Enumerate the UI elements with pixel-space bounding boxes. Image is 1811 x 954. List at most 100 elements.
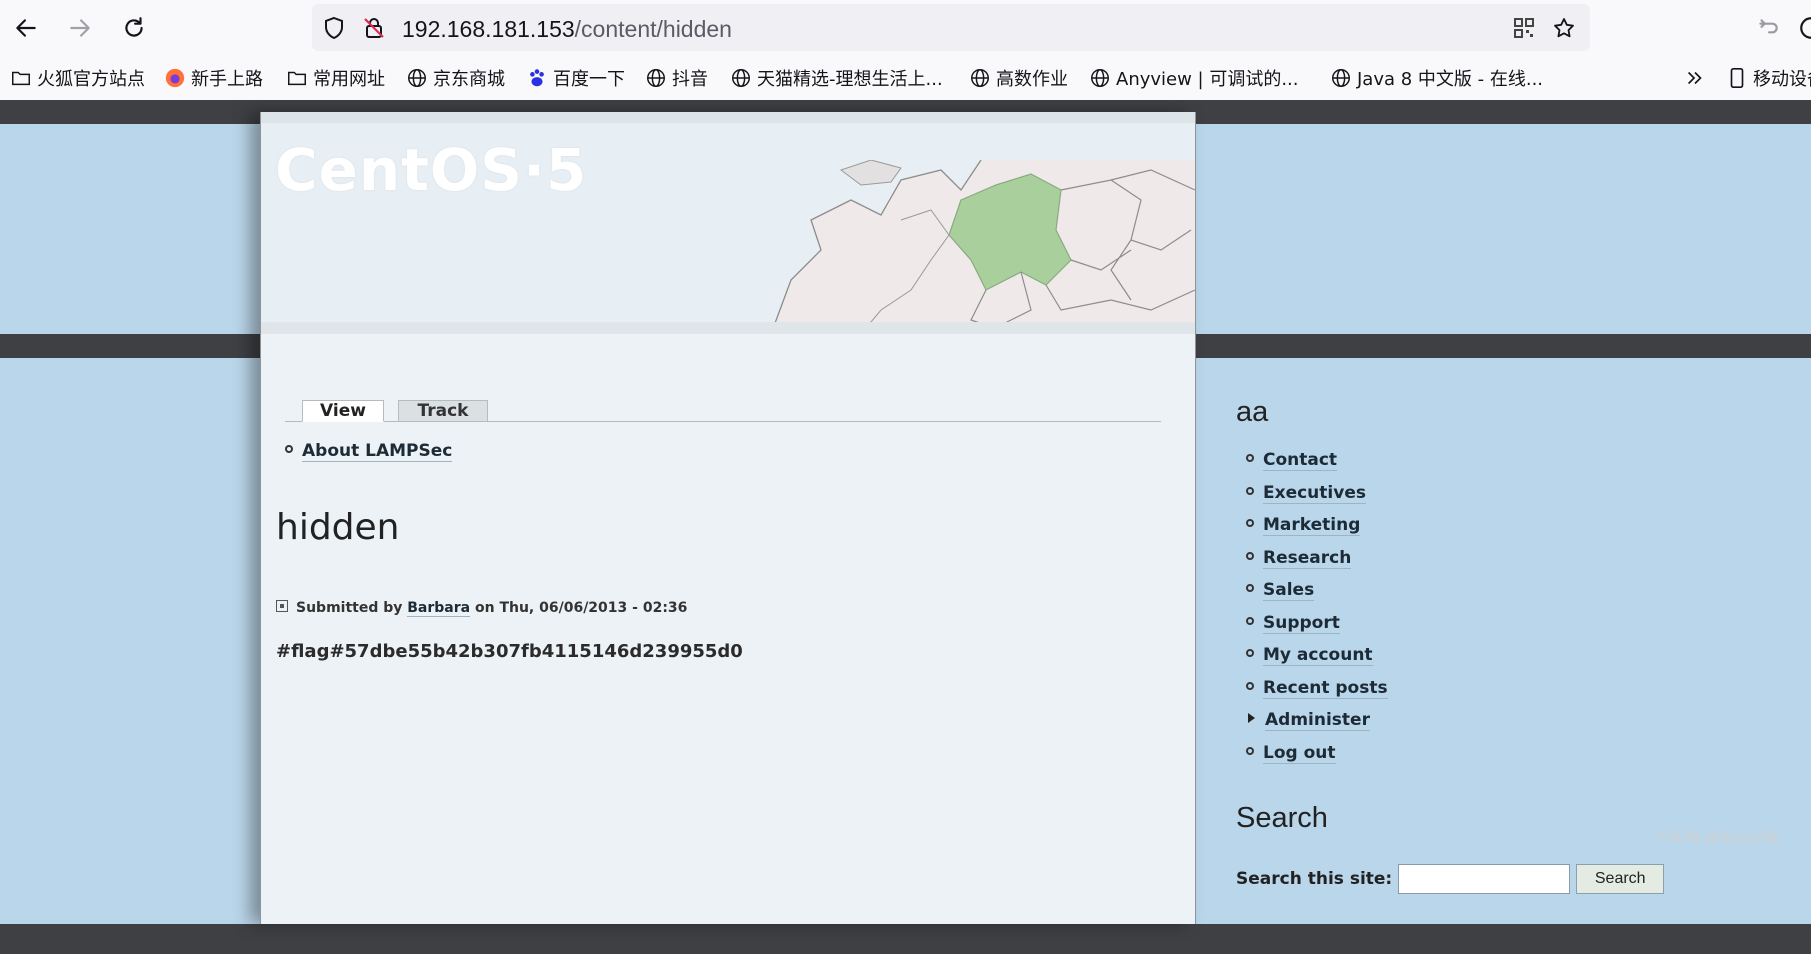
sidebar-item-support: Support xyxy=(1246,612,1388,646)
insecure-lock-icon[interactable] xyxy=(362,16,386,40)
bullet-circle-icon xyxy=(1246,519,1254,527)
bullet-circle-icon xyxy=(1246,486,1254,495)
sidebar-link[interactable]: Contact xyxy=(1263,450,1338,471)
sidebar-link[interactable]: My account xyxy=(1263,645,1373,666)
qr-code-icon[interactable] xyxy=(1512,16,1536,40)
bookmark-label: 常用网址 xyxy=(313,69,385,90)
triangle-right-icon[interactable] xyxy=(1248,713,1255,723)
bookmark-item[interactable]: 抖音 xyxy=(645,65,708,91)
account-icon xyxy=(1800,17,1811,39)
bullet-circle-icon xyxy=(1246,551,1254,560)
page-title: hidden xyxy=(276,507,400,548)
sidebar-link[interactable]: Research xyxy=(1263,547,1352,569)
bookmark-label: 火狐官方站点 xyxy=(37,69,145,90)
sidebar-item-my-account: My account xyxy=(1246,645,1388,678)
header-strip xyxy=(261,322,1195,334)
tab-track[interactable]: Track xyxy=(398,400,488,422)
sidebar-link[interactable]: Executives xyxy=(1263,482,1366,504)
about-lampsec-link[interactable]: About LAMPSec xyxy=(302,441,453,462)
globe-icon xyxy=(408,69,426,87)
url-path: /content/hidden xyxy=(574,16,732,42)
node-body: #flag#57dbe55b42b307fb4115146d239955d0 xyxy=(276,641,743,662)
shield-icon[interactable] xyxy=(322,16,346,40)
bullet-circle-icon xyxy=(1246,584,1254,592)
sidebar-link[interactable]: Administer xyxy=(1265,710,1370,731)
globe-icon xyxy=(732,69,750,87)
sidebar-item-research: Research xyxy=(1246,547,1388,581)
sidebar-item-recent-posts: Recent posts xyxy=(1246,677,1388,711)
europe-map-image xyxy=(770,160,1195,334)
bookmark-item[interactable]: 常用网址 xyxy=(286,65,385,91)
globe-icon xyxy=(1332,69,1350,87)
arrow-right-icon xyxy=(70,19,90,37)
forward-button[interactable] xyxy=(62,10,98,46)
sidebar-item-administer: Administer xyxy=(1246,710,1388,743)
sidebar-item-log-out: Log out xyxy=(1246,742,1388,776)
bullet-circle-icon xyxy=(1246,681,1254,690)
bookmark-item[interactable]: 京东商城 xyxy=(406,65,505,91)
sidebar-link[interactable]: Marketing xyxy=(1263,515,1361,536)
sidebar-link[interactable]: Support xyxy=(1263,612,1340,634)
bookmark-item[interactable]: 火狐官方站点 xyxy=(10,65,145,91)
bookmark-item[interactable]: 移动设备 xyxy=(1726,65,1811,91)
sidebar-item-executives: Executives xyxy=(1246,482,1388,516)
submitted-date: on Thu, 06/06/2013 - 02:36 xyxy=(474,600,688,616)
bookmark-item[interactable]: Java 8 中文版 - 在线... xyxy=(1330,65,1543,91)
submitted-prefix: Submitted by xyxy=(296,600,403,616)
search-button[interactable]: Search xyxy=(1576,864,1665,894)
tab-view[interactable]: View xyxy=(302,400,384,422)
sidebar-link[interactable]: Log out xyxy=(1263,742,1336,764)
author-link[interactable]: Barbara xyxy=(407,600,471,617)
reload-button[interactable] xyxy=(116,10,152,46)
bullet-circle-icon xyxy=(1246,454,1254,462)
bookmark-item[interactable]: 百度一下 xyxy=(526,65,625,91)
bookmarks-bar: 火狐官方站点 新手上路 常用网址 京东商城 百度一下 抖音 天猫精选-理想生活上… xyxy=(0,56,1811,100)
account-button[interactable] xyxy=(1793,10,1811,46)
url-text[interactable]: 192.168.181.153/content/hidden xyxy=(402,16,732,43)
bookmark-item[interactable]: 高数作业 xyxy=(969,65,1068,91)
sidebar-link[interactable]: Sales xyxy=(1263,580,1315,601)
folder-icon xyxy=(288,71,306,86)
bookmark-label: 京东商城 xyxy=(433,69,505,90)
bookmark-item[interactable]: 新手上路 xyxy=(164,65,263,91)
back-button[interactable] xyxy=(8,10,44,46)
bullet-circle-icon xyxy=(1246,649,1254,657)
reload-icon xyxy=(125,17,143,37)
submitted-info: Submitted by Barbara on Thu, 06/06/2013 … xyxy=(276,600,688,617)
search-label: Search this site: xyxy=(1236,869,1393,889)
chevron-double-right-icon xyxy=(1687,71,1702,85)
globe-icon xyxy=(647,69,665,87)
url-bar[interactable]: 192.168.181.153/content/hidden xyxy=(312,4,1590,51)
bookmark-item[interactable]: 天猫精选-理想生活上... xyxy=(730,65,943,91)
user-block-title: aa xyxy=(1236,396,1269,428)
web-page: CentOS·5 View Track About LAMPSec hidden… xyxy=(0,100,1811,954)
bookmark-label: 百度一下 xyxy=(553,69,625,90)
bookmark-label: 抖音 xyxy=(672,69,708,90)
bullet-circle-icon xyxy=(1246,616,1254,625)
bookmark-label: Java 8 中文版 - 在线... xyxy=(1357,69,1544,90)
star-icon[interactable] xyxy=(1552,16,1576,40)
bookmark-label: Anyview | 可调试的... xyxy=(1116,69,1299,90)
site-logo[interactable]: CentOS·5 xyxy=(275,136,587,204)
sidebar-item-sales: Sales xyxy=(1246,580,1388,613)
bookmarks-overflow-button[interactable] xyxy=(1684,65,1711,91)
sidebar-link[interactable]: Recent posts xyxy=(1263,677,1388,699)
bottom-dark-band xyxy=(0,924,1811,954)
bookmark-item[interactable]: Anyview | 可调试的... xyxy=(1089,65,1299,91)
bookmark-label: 新手上路 xyxy=(191,69,263,90)
search-input[interactable] xyxy=(1398,864,1571,894)
search-block-title: Search xyxy=(1236,802,1328,834)
content-tabs: View Track xyxy=(285,400,1161,422)
navigation-menu: Contact Executives Marketing Research Sa… xyxy=(1246,450,1388,775)
main-content-column: CentOS·5 View Track About LAMPSec hidden… xyxy=(260,112,1196,924)
undo-arrow-icon xyxy=(1759,19,1778,34)
bookmark-label: 天猫精选-理想生活上... xyxy=(757,69,943,90)
bullet-circle-icon xyxy=(1246,746,1254,755)
globe-icon xyxy=(1091,69,1109,87)
globe-icon xyxy=(971,69,989,87)
sidebar-item-contact: Contact xyxy=(1246,450,1388,483)
undo-button[interactable] xyxy=(1750,10,1786,46)
folder-icon xyxy=(12,71,30,86)
mobile-icon xyxy=(1730,68,1744,88)
bullet-circle-icon xyxy=(285,445,293,453)
